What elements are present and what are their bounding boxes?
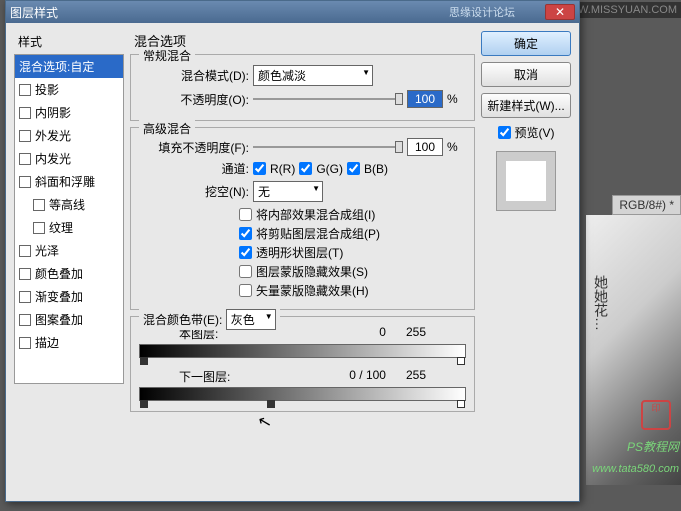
channel-b-checkbox[interactable]: B(B) [347, 162, 388, 176]
blend-mode-select[interactable]: 颜色减淡 [253, 65, 373, 86]
style-item-label: 斜面和浮雕 [35, 173, 95, 190]
seal-stamp: 印 [641, 400, 671, 430]
knockout-label: 挖空(N): [139, 183, 249, 200]
style-item[interactable]: 渐变叠加 [15, 285, 123, 308]
checkbox-icon[interactable] [19, 291, 31, 303]
opacity-label: 不透明度(O): [139, 91, 249, 108]
style-item[interactable]: 内阴影 [15, 101, 123, 124]
style-item-label: 光泽 [35, 242, 59, 259]
style-item[interactable]: 斜面和浮雕 [15, 170, 123, 193]
channel-g-checkbox[interactable]: G(G) [299, 162, 343, 176]
style-item-label: 纹理 [49, 219, 73, 236]
blendif-legend: 混合颜色带(E): 灰色 [139, 309, 280, 330]
style-item[interactable]: 内发光 [15, 147, 123, 170]
titlebar[interactable]: 图层样式 思缘设计论坛 ✕ [6, 1, 579, 23]
style-item-label: 外发光 [35, 127, 71, 144]
pct-label: % [447, 92, 458, 106]
style-item[interactable]: 光泽 [15, 239, 123, 262]
slider-handle[interactable] [267, 400, 275, 408]
channel-r-checkbox[interactable]: R(R) [253, 162, 295, 176]
preview-checkbox[interactable]: 预览(V) [481, 124, 571, 141]
style-item-label: 渐变叠加 [35, 288, 83, 305]
pct-label: % [447, 140, 458, 154]
slider-handle[interactable] [140, 357, 148, 365]
style-item[interactable]: 等高线 [15, 193, 123, 216]
cancel-button[interactable]: 取消 [481, 62, 571, 87]
slider-handle[interactable] [457, 357, 465, 365]
adv-option-checkbox[interactable]: 图层蒙版隐藏效果(S) [239, 263, 466, 280]
canvas-image: 她她花… 印 PS教程网 www.tata580.com [586, 215, 681, 485]
adv-option-checkbox[interactable]: 矢量蒙版隐藏效果(H) [239, 282, 466, 299]
style-item-label: 投影 [35, 81, 59, 98]
channels-label: 通道: [139, 160, 249, 177]
checkbox-icon[interactable] [19, 337, 31, 349]
advanced-blending-group: 高级混合 填充不透明度(F): 100 % 通道: R(R) G(G) B(B)… [130, 127, 475, 310]
preview-swatch [496, 151, 556, 211]
opacity-slider[interactable] [253, 98, 403, 100]
style-item-label: 内发光 [35, 150, 71, 167]
style-item-label: 图案叠加 [35, 311, 83, 328]
adv-option-checkbox[interactable]: 透明形状图层(T) [239, 244, 466, 261]
adv-option-checkbox[interactable]: 将剪贴图层混合成组(P) [239, 225, 466, 242]
adv-option-checkbox[interactable]: 将内部效果混合成组(I) [239, 206, 466, 223]
styles-list[interactable]: 混合选项:自定投影内阴影外发光内发光斜面和浮雕等高线纹理光泽颜色叠加渐变叠加图案… [14, 54, 124, 384]
style-item[interactable]: 纹理 [15, 216, 123, 239]
style-item[interactable]: 投影 [15, 78, 123, 101]
document-tab[interactable]: RGB/8#) * [612, 195, 681, 215]
fill-opacity-input[interactable]: 100 [407, 138, 443, 156]
under-hi: 255 [406, 368, 426, 385]
knockout-select[interactable]: 无 [253, 181, 323, 202]
layer-style-dialog: 图层样式 思缘设计论坛 ✕ 样式 混合选项:自定投影内阴影外发光内发光斜面和浮雕… [5, 0, 580, 502]
checkbox-icon[interactable] [33, 222, 45, 234]
close-icon[interactable]: ✕ [545, 4, 575, 20]
style-item[interactable]: 颜色叠加 [15, 262, 123, 285]
checkbox-icon[interactable] [19, 130, 31, 142]
slider-handle[interactable] [140, 400, 148, 408]
checkbox-icon[interactable] [19, 153, 31, 165]
watermark-1: PS教程网 [627, 438, 679, 455]
checkbox-icon[interactable] [19, 245, 31, 257]
blendif-select[interactable]: 灰色 [226, 309, 276, 330]
under-lo: 0 / 100 [349, 368, 386, 385]
blend-mode-label: 混合模式(D): [139, 67, 249, 84]
style-item[interactable]: 描边 [15, 331, 123, 354]
style-item-label: 描边 [35, 334, 59, 351]
checkbox-icon[interactable] [19, 268, 31, 280]
style-item[interactable]: 混合选项:自定 [15, 55, 123, 78]
general-legend: 常规混合 [139, 47, 195, 64]
styles-heading: 样式 [14, 31, 124, 52]
blendif-group: 混合颜色带(E): 灰色 本图层: 0 255 下一图层: [130, 316, 475, 412]
style-item-label: 内阴影 [35, 104, 71, 121]
style-item[interactable]: 外发光 [15, 124, 123, 147]
style-item-label: 混合选项:自定 [19, 58, 94, 75]
watermark-2: www.tata580.com [592, 463, 679, 475]
style-item-label: 等高线 [49, 196, 85, 213]
fill-opacity-slider[interactable] [253, 146, 403, 148]
under-layer-label: 下一图层: [179, 368, 230, 385]
opacity-input[interactable]: 100 [407, 90, 443, 108]
checkbox-icon[interactable] [33, 199, 45, 211]
checkbox-icon[interactable] [19, 314, 31, 326]
window-subtitle: 思缘设计论坛 [449, 4, 515, 20]
under-layer-gradient[interactable] [139, 387, 466, 401]
advanced-legend: 高级混合 [139, 120, 195, 137]
checkbox-icon[interactable] [19, 107, 31, 119]
new-style-button[interactable]: 新建样式(W)... [481, 93, 571, 118]
fill-opacity-label: 填充不透明度(F): [139, 139, 249, 156]
ink-text: 她她花… [591, 275, 611, 331]
ok-button[interactable]: 确定 [481, 31, 571, 56]
style-item-label: 颜色叠加 [35, 265, 83, 282]
style-item[interactable]: 图案叠加 [15, 308, 123, 331]
slider-handle[interactable] [457, 400, 465, 408]
checkbox-icon[interactable] [19, 84, 31, 96]
checkbox-icon[interactable] [19, 176, 31, 188]
this-lo: 0 [379, 325, 386, 342]
this-layer-gradient[interactable] [139, 344, 466, 358]
this-hi: 255 [406, 325, 426, 342]
general-blending-group: 常规混合 混合模式(D): 颜色减淡 不透明度(O): 100 % [130, 54, 475, 121]
window-title: 图层样式 [10, 4, 449, 21]
